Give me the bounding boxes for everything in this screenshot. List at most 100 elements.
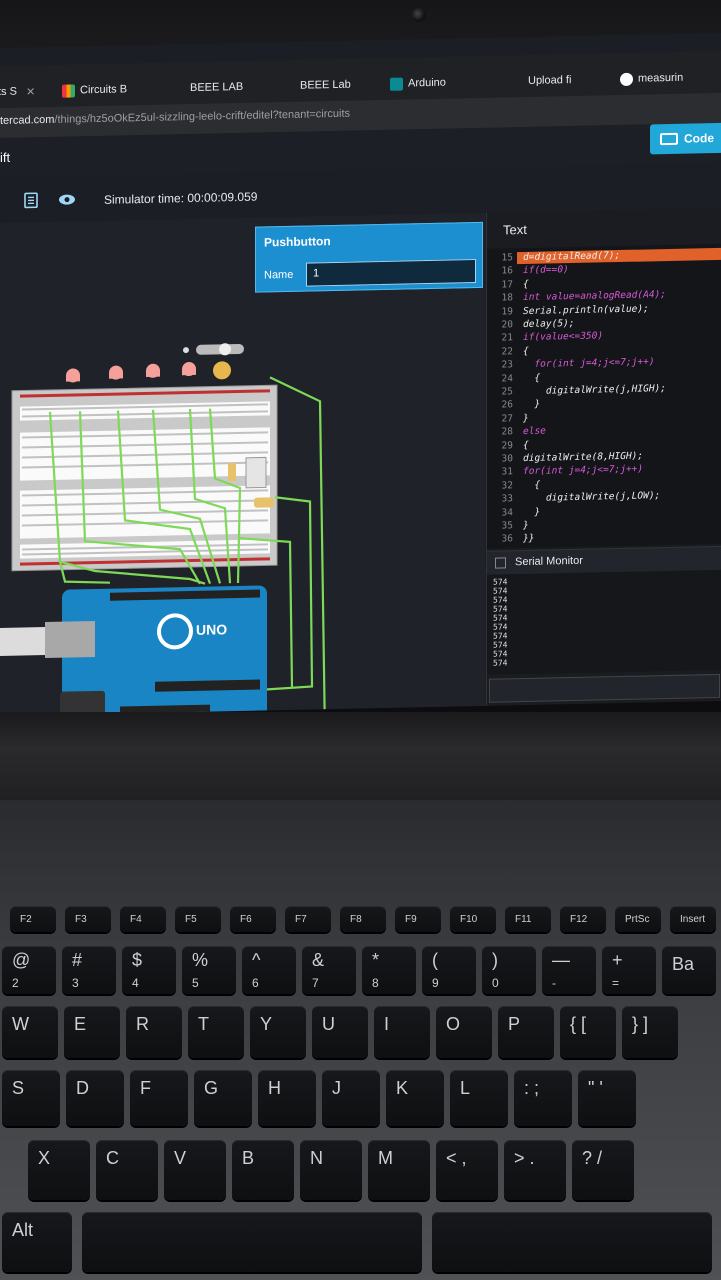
code-line: 32 { [487, 479, 541, 492]
letter-key[interactable]: } ] [622, 1006, 678, 1058]
key-label: S [12, 1078, 25, 1098]
serial-output-line: 574 [493, 586, 508, 596]
letter-key[interactable]: T [188, 1006, 244, 1058]
function-key[interactable]: F2 [10, 906, 56, 932]
key-label: F5 [185, 914, 197, 925]
letter-key[interactable]: U [312, 1006, 368, 1058]
alt-key[interactable]: Alt [2, 1212, 72, 1272]
letter-key[interactable]: S [2, 1070, 60, 1126]
number-key[interactable]: % 5 [182, 946, 236, 994]
key-label: F7 [295, 914, 307, 925]
key-sub-label: 0 [492, 976, 499, 990]
function-key[interactable]: F9 [395, 906, 441, 932]
design-title[interactable]: ift [0, 150, 10, 165]
number-key[interactable]: (9 [422, 946, 476, 994]
letter-key[interactable]: > . [504, 1140, 566, 1200]
number-key[interactable]: * 8 [362, 946, 416, 994]
close-icon[interactable]: ✕ [26, 85, 35, 98]
tab-5[interactable]: Arduino [390, 69, 446, 98]
line-number: 27 [501, 413, 513, 425]
letter-key[interactable]: : ; [514, 1070, 572, 1126]
key-label: O [446, 1014, 461, 1034]
tab-4[interactable]: BEEE Lab [300, 71, 351, 100]
arrow-keys[interactable] [432, 1212, 712, 1272]
function-key[interactable]: F11 [505, 906, 551, 932]
code-text: else [523, 425, 546, 438]
key-label: B [242, 1148, 255, 1168]
function-key[interactable]: F12 [560, 906, 606, 932]
letter-key[interactable]: < , [436, 1140, 498, 1200]
number-key[interactable]: #3 [62, 946, 116, 994]
tab-1[interactable]: ts S ✕ [0, 77, 35, 106]
number-key[interactable]: $4 [122, 946, 176, 994]
letter-key[interactable]: ? / [572, 1140, 634, 1200]
function-key[interactable]: F6 [230, 906, 276, 932]
letter-key[interactable]: { [ [560, 1006, 616, 1058]
letter-key[interactable]: B [232, 1140, 294, 1200]
tab-7[interactable]: measurin [620, 64, 683, 93]
code-mode-tab[interactable]: Text [503, 222, 527, 237]
letter-key[interactable]: D [66, 1070, 124, 1126]
letter-key[interactable]: C [96, 1140, 158, 1200]
notes-icon[interactable] [22, 191, 40, 209]
letter-key[interactable]: R [126, 1006, 182, 1058]
function-key[interactable]: F4 [120, 906, 166, 932]
code-line: 24 { [487, 372, 541, 385]
key-label: < , [446, 1148, 467, 1168]
code-text: { [523, 345, 529, 357]
key-label: ? / [582, 1148, 603, 1168]
letter-key[interactable]: W [2, 1006, 58, 1058]
function-key[interactable]: PrtSc [615, 906, 661, 932]
letter-key[interactable]: M [368, 1140, 430, 1200]
code-line: 28 else [487, 426, 546, 439]
key-label: X [38, 1148, 51, 1168]
circuits-icon [62, 83, 75, 98]
space-bar[interactable] [82, 1212, 422, 1272]
letter-key[interactable]: K [386, 1070, 444, 1126]
key-label: F6 [240, 914, 252, 925]
function-key[interactable]: Insert [670, 906, 716, 932]
code-editor[interactable]: 15 d=digitalRead(7); 16 if(d==0) 17 {18 int va… [487, 243, 721, 549]
code-line: 22 { [487, 346, 529, 359]
code-text: for(int j=4;j<=7;j++) [523, 463, 644, 478]
key-label: + [612, 950, 623, 970]
letter-key[interactable]: L [450, 1070, 508, 1126]
serial-monitor-toggle[interactable] [495, 557, 506, 569]
serial-input[interactable] [489, 673, 720, 703]
letter-key[interactable]: I [374, 1006, 430, 1058]
number-key[interactable]: @2 [2, 946, 56, 994]
key-label: — [552, 950, 570, 970]
function-key[interactable]: F10 [450, 906, 496, 932]
letter-key[interactable]: P [498, 1006, 554, 1058]
letter-key[interactable]: E [64, 1006, 120, 1058]
letter-key[interactable]: " ' [578, 1070, 636, 1126]
letter-key[interactable]: O [436, 1006, 492, 1058]
number-key[interactable]: + = [602, 946, 656, 994]
function-key[interactable]: F8 [340, 906, 386, 932]
code-line: 20 delay(5); [487, 318, 575, 332]
number-key[interactable]: & 7 [302, 946, 356, 994]
function-key[interactable]: F5 [175, 906, 221, 932]
code-button[interactable]: Code [650, 122, 721, 155]
function-key[interactable]: F7 [285, 906, 331, 932]
letter-key[interactable]: G [194, 1070, 252, 1126]
letter-key[interactable]: F [130, 1070, 188, 1126]
number-key[interactable]: ) 0 [482, 946, 536, 994]
letter-key[interactable]: Y [250, 1006, 306, 1058]
name-input[interactable]: 1 [306, 259, 476, 287]
number-key[interactable]: ^ 6 [242, 946, 296, 994]
tab-3[interactable]: BEEE LAB [190, 73, 243, 102]
tab-6[interactable]: Upload fi [528, 66, 571, 95]
letter-key[interactable]: X [28, 1140, 90, 1200]
letter-key[interactable]: V [164, 1140, 226, 1200]
number-key[interactable]: Ba [662, 946, 716, 994]
letter-key[interactable]: H [258, 1070, 316, 1126]
name-label: Name [264, 268, 294, 282]
eye-icon[interactable] [58, 190, 76, 208]
tab-2[interactable]: Circuits B [62, 75, 127, 104]
letter-key[interactable]: N [300, 1140, 362, 1200]
key-label: ^ [252, 950, 261, 970]
number-key[interactable]: — - [542, 946, 596, 994]
letter-key[interactable]: J [322, 1070, 380, 1126]
function-key[interactable]: F3 [65, 906, 111, 932]
